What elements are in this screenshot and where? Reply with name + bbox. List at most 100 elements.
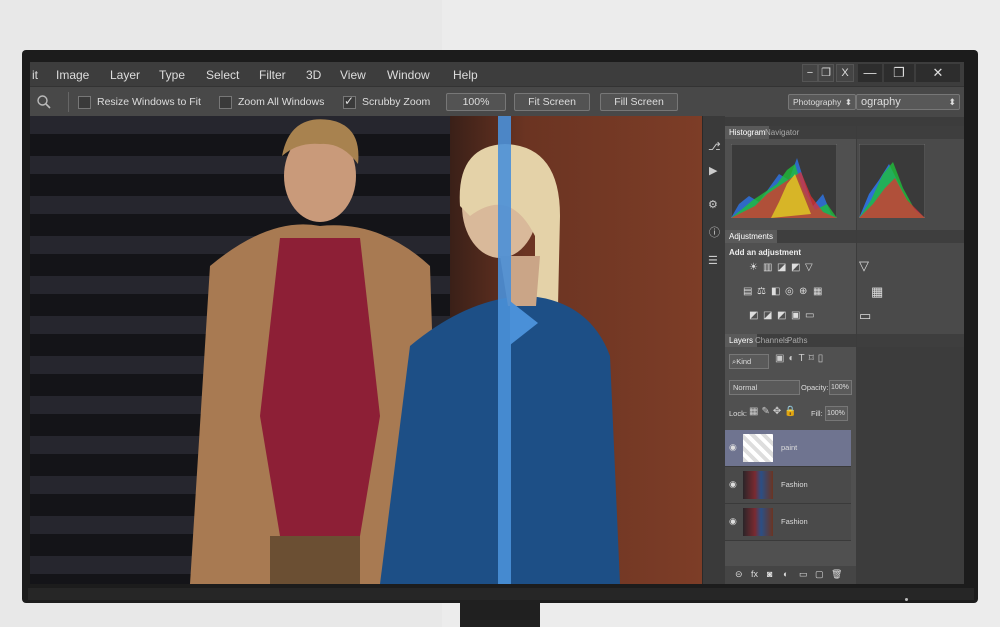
doc-close-button[interactable]: X (836, 64, 854, 82)
adjustments-panel-duplicate: ▽ ▦ ▭ (857, 230, 964, 334)
menu-bar: it Image Layer Type Select Filter 3D Vie… (30, 62, 964, 86)
doc-restore-button[interactable]: ❐ (818, 64, 834, 82)
menu-filter[interactable]: Filter (259, 68, 286, 82)
gradient-map-icon: ▭ (859, 308, 872, 323)
history-icon[interactable]: ⎇ (708, 140, 721, 153)
menu-help[interactable]: Help (453, 68, 478, 82)
photo-figures (190, 119, 620, 584)
visibility-eye-icon[interactable]: ◉ (729, 442, 737, 453)
fill-screen-button[interactable]: Fill Screen (600, 93, 678, 111)
tab-paths[interactable]: Paths (783, 334, 811, 347)
layer-row-paint[interactable]: ◉ paint (725, 430, 851, 467)
fit-screen-button[interactable]: Fit Screen (514, 93, 590, 111)
brightness-icon[interactable]: ☀ (749, 262, 758, 273)
workspace-large-label: ography (861, 96, 901, 108)
adjustments-panel: Adjustments Add an adjustment ☀ ▥ ◪ ◩ ▽ … (725, 230, 856, 334)
menu-view[interactable]: View (340, 68, 366, 82)
layer-name: paint (781, 443, 798, 452)
layer-filter-icons[interactable]: ▣◐T⌑▯ (775, 353, 827, 364)
color-lookup-icon: ▦ (871, 284, 884, 299)
invert-icon[interactable]: ◩ (749, 310, 758, 321)
adjustment-icon[interactable]: ◐ (783, 569, 788, 579)
layer-thumbnail (743, 508, 773, 536)
workspace-dropdown-large[interactable]: ography ⬍ (856, 94, 960, 110)
fill-field[interactable]: 100% (825, 406, 848, 421)
channel-mixer-icon[interactable]: ⊕ (799, 286, 807, 297)
document-canvas[interactable] (30, 116, 702, 584)
info-icon[interactable]: ⓘ (709, 224, 720, 240)
selective-color-icon[interactable]: ▣ (791, 310, 800, 321)
power-led (905, 598, 908, 601)
lock-label: Lock: (729, 409, 747, 418)
vibrance-icon: ▽ (859, 258, 869, 273)
opacity-label: Opacity: (801, 383, 829, 392)
gradient-map-icon[interactable]: ▭ (805, 310, 814, 321)
posterize-icon[interactable]: ◪ (763, 310, 772, 321)
tab-navigator[interactable]: Navigator (761, 126, 803, 139)
menu-3d[interactable]: 3D (306, 68, 321, 82)
dropdown-arrow-icon: ⬍ (948, 97, 956, 107)
blend-mode-dropdown[interactable]: Normal (729, 380, 800, 395)
app-close-button[interactable]: ✕ (916, 64, 960, 82)
properties-icon[interactable]: ☰ (708, 254, 718, 267)
scrubby-zoom-checkbox[interactable] (343, 94, 356, 109)
brush-settings-icon[interactable]: ⚙ (708, 198, 718, 211)
scrubby-zoom-label: Scrubby Zoom (362, 96, 431, 108)
exposure-icon[interactable]: ◩ (791, 262, 800, 273)
menu-window[interactable]: Window (387, 68, 430, 82)
hue-saturation-icon[interactable]: ▤ (743, 286, 752, 297)
layers-footer: ⊝ fx ◙ ◐ ▭ ▢ 🗑 (725, 566, 856, 584)
man-sweater (260, 238, 380, 536)
tab-adjustments[interactable]: Adjustments (725, 230, 778, 243)
man-trousers (270, 536, 360, 584)
actions-play-icon[interactable]: ▶ (709, 164, 717, 177)
layer-row-fashion[interactable]: ◉ Fashion (725, 467, 851, 504)
layers-panel: Layers Channels Paths ⌕Kind ▣◐T⌑▯ Normal… (725, 334, 856, 584)
visibility-eye-icon[interactable]: ◉ (729, 516, 737, 527)
zoom-tool-icon[interactable] (36, 94, 52, 110)
visibility-eye-icon[interactable]: ◉ (729, 479, 737, 490)
zoom-all-checkbox[interactable] (219, 96, 232, 109)
opacity-field[interactable]: 100% (829, 380, 852, 395)
layer-row-fashion[interactable]: ◉ Fashion (725, 504, 851, 541)
curves-icon[interactable]: ◪ (777, 262, 786, 273)
black-white-icon[interactable]: ◧ (771, 286, 780, 297)
color-lookup-icon[interactable]: ▦ (813, 286, 822, 297)
play-arrow-icon[interactable] (510, 301, 538, 345)
photo-filter-icon[interactable]: ◎ (785, 286, 794, 297)
workspace-dropdown[interactable]: Photography ⬍ (788, 94, 856, 110)
menu-layer[interactable]: Layer (110, 68, 140, 82)
vibrance-icon[interactable]: ▽ (805, 262, 813, 273)
mask-icon[interactable]: ◙ (767, 569, 772, 579)
levels-icon[interactable]: ▥ (763, 262, 772, 273)
link-icon[interactable]: ⊝ (735, 569, 743, 580)
lock-icons[interactable]: ▦✎✥🔒 (749, 406, 800, 417)
panel-toolstrip: ⎇ ▶ ⚙ ⓘ ☰ (702, 116, 725, 584)
app-restore-button[interactable]: ❐ (884, 64, 914, 82)
doc-minimize-button[interactable]: − (802, 64, 818, 82)
zoom-all-label: Zoom All Windows (238, 96, 325, 108)
layers-panel-duplicate (857, 334, 964, 584)
monitor-stand (460, 600, 540, 627)
divider (68, 92, 69, 112)
resize-windows-checkbox[interactable] (78, 96, 91, 109)
layer-thumbnail (743, 434, 773, 462)
menu-edit[interactable]: it (32, 68, 38, 82)
folder-icon[interactable]: ▭ (799, 569, 808, 580)
menu-type[interactable]: Type (159, 68, 185, 82)
menu-select[interactable]: Select (206, 68, 239, 82)
kind-filter-dropdown[interactable]: ⌕Kind (729, 354, 769, 369)
new-layer-icon[interactable]: ▢ (815, 569, 824, 580)
panel-header (857, 334, 964, 347)
workspace-label: Photography (793, 97, 842, 107)
before-after-divider[interactable] (498, 116, 511, 584)
threshold-icon[interactable]: ◩ (777, 310, 786, 321)
app-minimize-button[interactable]: — (858, 64, 882, 82)
menu-image[interactable]: Image (56, 68, 89, 82)
color-balance-icon[interactable]: ⚖ (757, 286, 766, 297)
zoom-percent-field[interactable]: 100% (446, 93, 506, 111)
histogram-graph (731, 144, 837, 218)
fx-icon[interactable]: fx (751, 569, 758, 579)
photoshop-window: it Image Layer Type Select Filter 3D Vie… (30, 62, 964, 584)
trash-icon[interactable]: 🗑 (831, 569, 842, 580)
